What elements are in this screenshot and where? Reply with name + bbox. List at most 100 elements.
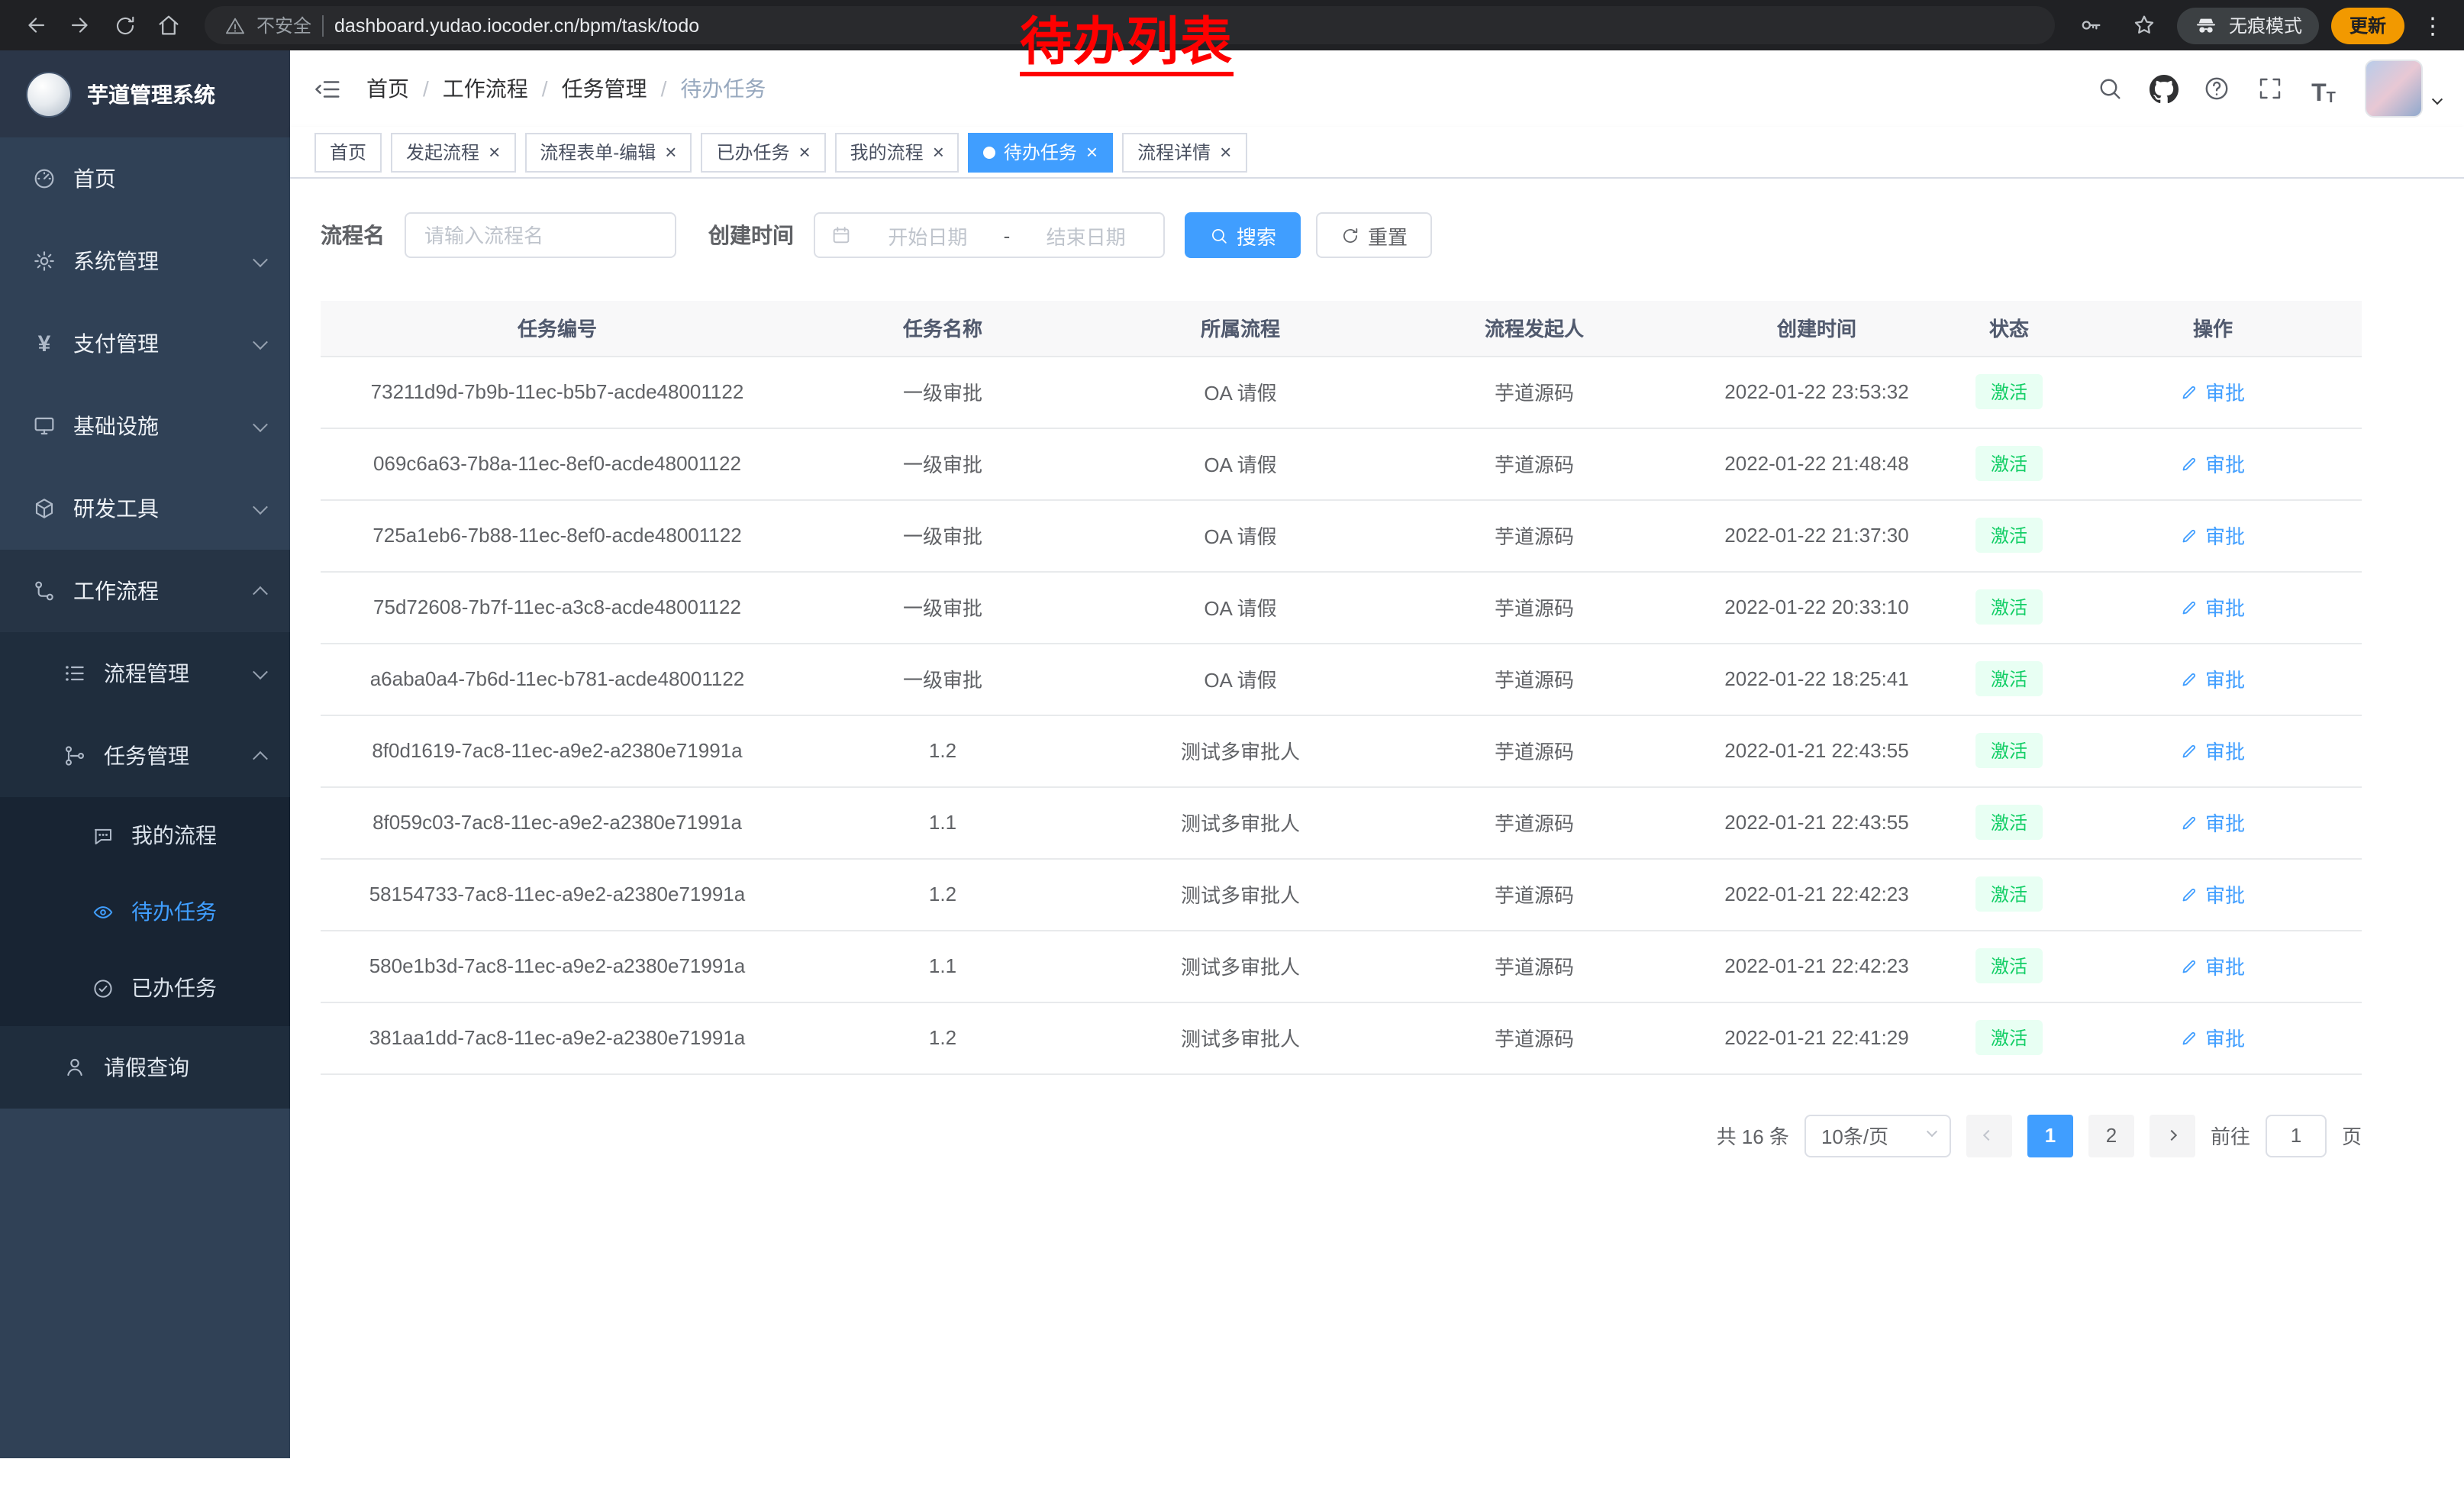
tab-label: 流程详情 — [1137, 139, 1211, 165]
approve-link[interactable]: 审批 — [2181, 664, 2245, 693]
user-menu[interactable] — [2365, 60, 2441, 118]
tab-label: 流程表单-编辑 — [540, 139, 656, 165]
sidebar-item-done-tasks[interactable]: 已办任务 — [0, 950, 290, 1026]
approve-link[interactable]: 审批 — [2181, 592, 2245, 621]
next-page-button[interactable] — [2150, 1114, 2195, 1157]
caret-down-icon — [2433, 86, 2441, 113]
approve-link[interactable]: 审批 — [2181, 808, 2245, 837]
sidebar-item-leave-query[interactable]: 请假查询 — [0, 1026, 290, 1109]
table-header-row: 任务编号 任务名称 所属流程 流程发起人 创建时间 状态 操作 — [321, 301, 2362, 356]
search-icon[interactable] — [2091, 70, 2128, 107]
approve-link[interactable]: 审批 — [2181, 880, 2245, 909]
app-logo-row[interactable]: 芋道管理系统 — [0, 50, 290, 137]
tab-process-detail[interactable]: 流程详情 × — [1122, 132, 1247, 172]
cell-action: 审批 — [2064, 499, 2362, 571]
sidebar-item-my-process[interactable]: 我的流程 — [0, 797, 290, 873]
page-unit-label: 页 — [2342, 1121, 2362, 1150]
tab-start-process[interactable]: 发起流程 × — [391, 132, 515, 172]
forward-button[interactable] — [60, 5, 101, 46]
edit-icon — [2181, 885, 2199, 903]
cell-status: 激活 — [1954, 715, 2064, 786]
edit-icon — [2181, 526, 2199, 544]
home-button[interactable] — [148, 5, 189, 46]
tab-done-tasks[interactable]: 已办任务 × — [701, 132, 825, 172]
password-key-icon[interactable] — [2070, 5, 2111, 46]
app-title: 芋道管理系统 — [87, 79, 215, 109]
approve-link[interactable]: 审批 — [2181, 377, 2245, 406]
back-button[interactable] — [15, 5, 56, 46]
pagination: 共 16 条 10条/页 1 2 前往 页 — [321, 1114, 2362, 1157]
page-size-select[interactable]: 10条/页 — [1804, 1114, 1951, 1157]
browser-menu-icon[interactable]: ⋮ — [2417, 11, 2449, 39]
sidebar-collapse-icon[interactable] — [313, 74, 342, 103]
tab-todo-tasks[interactable]: 待办任务 × — [969, 132, 1113, 172]
cell-task-id: 580e1b3d-7ac8-11ec-a9e2-a2380e71991a — [321, 930, 794, 1002]
approve-link[interactable]: 审批 — [2181, 449, 2245, 478]
process-name-input[interactable] — [405, 212, 676, 258]
prev-page-button[interactable] — [1966, 1114, 2012, 1157]
date-range-picker[interactable]: 开始日期 - 结束日期 — [814, 212, 1165, 258]
tab-label: 发起流程 — [406, 139, 479, 165]
cell-action: 审批 — [2064, 571, 2362, 643]
sidebar-item-infrastructure[interactable]: 基础设施 — [0, 385, 290, 467]
close-icon[interactable]: × — [487, 142, 500, 162]
page-button-1[interactable]: 1 — [2027, 1114, 2073, 1157]
sidebar-item-payment[interactable]: ¥ 支付管理 — [0, 302, 290, 385]
approve-link[interactable]: 审批 — [2181, 521, 2245, 550]
cell-created: 2022-01-21 22:42:23 — [1679, 930, 1954, 1002]
bookmark-star-icon[interactable] — [2124, 5, 2165, 46]
edit-icon — [2181, 670, 2199, 688]
close-icon[interactable]: × — [1085, 142, 1098, 162]
close-icon[interactable]: × — [1218, 142, 1231, 162]
breadcrumb-home[interactable]: 首页 — [366, 73, 409, 104]
sidebar-item-task-management[interactable]: 任务管理 — [0, 715, 290, 797]
update-button[interactable]: 更新 — [2331, 7, 2404, 44]
col-starter: 流程发起人 — [1389, 301, 1679, 356]
cell-task-id: 73211d9d-7b9b-11ec-b5b7-acde48001122 — [321, 356, 794, 428]
sidebar-item-workflow[interactable]: 工作流程 — [0, 550, 290, 632]
github-icon[interactable] — [2145, 70, 2182, 107]
sidebar-item-system[interactable]: 系统管理 — [0, 220, 290, 302]
breadcrumb-separator: / — [661, 76, 667, 101]
cell-task-id: 381aa1dd-7ac8-11ec-a9e2-a2380e71991a — [321, 1002, 794, 1073]
tab-process-form-edit[interactable]: 流程表单-编辑 × — [524, 132, 692, 172]
breadcrumb-workflow[interactable]: 工作流程 — [443, 73, 528, 104]
cell-action: 审批 — [2064, 356, 2362, 428]
search-button[interactable]: 搜索 — [1185, 212, 1301, 258]
approve-link[interactable]: 审批 — [2181, 951, 2245, 980]
cell-created: 2022-01-21 22:43:55 — [1679, 715, 1954, 786]
page-button-2[interactable]: 2 — [2088, 1114, 2134, 1157]
cell-starter: 芋道源码 — [1389, 356, 1679, 428]
cell-created: 2022-01-22 18:25:41 — [1679, 643, 1954, 715]
sidebar-item-process-management[interactable]: 流程管理 — [0, 632, 290, 715]
breadcrumb: 首页 / 工作流程 / 任务管理 / 待办任务 — [366, 73, 766, 104]
cell-starter: 芋道源码 — [1389, 715, 1679, 786]
tab-home[interactable]: 首页 — [314, 132, 382, 172]
table-row: 73211d9d-7b9b-11ec-b5b7-acde48001122 一级审… — [321, 356, 2362, 428]
reload-button[interactable] — [104, 5, 145, 46]
cell-created: 2022-01-21 22:43:55 — [1679, 786, 1954, 858]
breadcrumb-separator: / — [423, 76, 429, 101]
table-row: 8f059c03-7ac8-11ec-a9e2-a2380e71991a 1.1… — [321, 786, 2362, 858]
sidebar-item-label: 已办任务 — [131, 973, 217, 1003]
approve-link[interactable]: 审批 — [2181, 736, 2245, 765]
table-row: 58154733-7ac8-11ec-a9e2-a2380e71991a 1.2… — [321, 858, 2362, 930]
help-icon[interactable] — [2198, 70, 2235, 107]
close-icon[interactable]: × — [931, 142, 944, 162]
yen-icon: ¥ — [31, 331, 58, 357]
sidebar-item-home[interactable]: 首页 — [0, 137, 290, 220]
approve-link[interactable]: 审批 — [2181, 1023, 2245, 1052]
font-size-icon[interactable]: TT — [2305, 70, 2342, 107]
close-icon[interactable]: × — [797, 142, 810, 162]
sidebar-item-devtools[interactable]: 研发工具 — [0, 467, 290, 550]
close-icon[interactable]: × — [663, 142, 676, 162]
fullscreen-icon[interactable] — [2252, 70, 2288, 107]
sidebar-item-todo-tasks[interactable]: 待办任务 — [0, 873, 290, 950]
breadcrumb-task-management[interactable]: 任务管理 — [562, 73, 647, 104]
filter-form: 流程名 创建时间 开始日期 - 结束日期 搜索 重 — [321, 212, 2464, 258]
goto-page-input[interactable] — [2266, 1114, 2327, 1157]
cell-starter: 芋道源码 — [1389, 1002, 1679, 1073]
top-navbar: 首页 / 工作流程 / 任务管理 / 待办任务 — [290, 50, 2464, 127]
tab-my-process[interactable]: 我的流程 × — [835, 132, 959, 172]
reset-button[interactable]: 重置 — [1316, 212, 1432, 258]
